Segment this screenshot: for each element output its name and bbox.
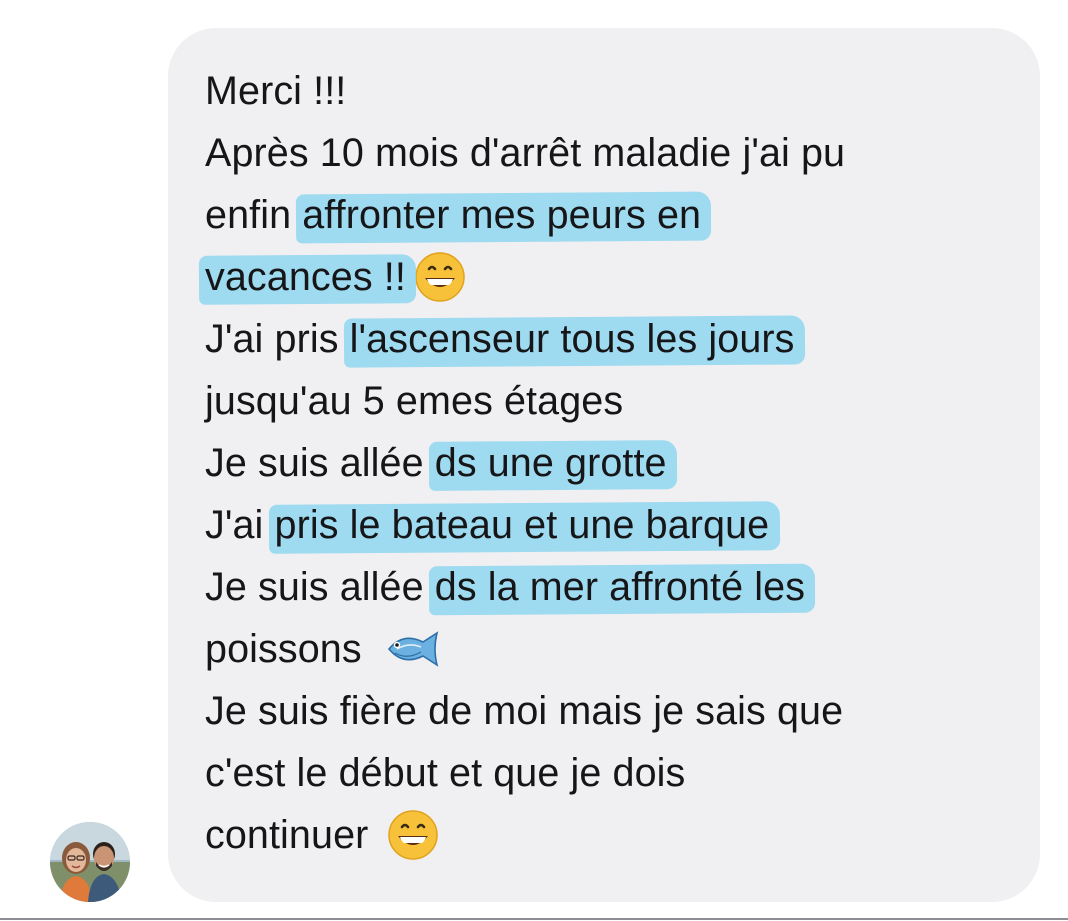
- line-text: jusqu'au 5 emes étages: [205, 379, 624, 423]
- line-text: Après 10 mois d'arrêt maladie j'ai pu: [205, 131, 846, 175]
- message-line: Merci !!!: [205, 60, 1005, 122]
- highlighted-text: l'ascenseur tous les jours: [350, 308, 795, 370]
- message-line: J'ai pris l'ascenseur tous les jours: [205, 308, 1005, 370]
- highlighted-text: affronter mes peurs en: [302, 184, 701, 246]
- line-text: J'ai pris: [205, 317, 350, 361]
- divider: [0, 918, 1068, 920]
- message-line: enfin affronter mes peurs en: [205, 184, 1005, 246]
- message-line: vacances !!: [205, 246, 1005, 308]
- line-text: enfin: [205, 193, 303, 237]
- message-line: J'ai pris le bateau et une barque: [205, 494, 1005, 556]
- grinning-face-icon: [415, 251, 465, 302]
- grinning-face-icon: [388, 809, 439, 860]
- message-line: Je suis allée ds la mer affronté les: [205, 556, 1005, 618]
- message-line: Après 10 mois d'arrêt maladie j'ai pu: [205, 122, 1005, 184]
- line-text: c'est le début et que je dois: [205, 751, 686, 795]
- line-text: Je suis allée: [205, 565, 435, 609]
- line-text: Merci !!!: [205, 69, 347, 113]
- highlighted-text: ds la mer affronté les: [435, 556, 805, 618]
- line-text: Je suis fière de moi mais je sais que: [205, 689, 844, 733]
- message-line: c'est le début et que je dois: [205, 742, 1005, 804]
- sender-avatar[interactable]: [50, 822, 130, 902]
- highlighted-text: ds une grotte: [435, 432, 667, 494]
- highlighted-text: vacances !!: [205, 246, 406, 308]
- line-text: Je suis allée: [205, 441, 435, 485]
- highlighted-text: pris le bateau et une barque: [275, 494, 770, 556]
- message-line: Je suis fière de moi mais je sais que: [205, 680, 1005, 742]
- profile-photo-avatar: [50, 822, 130, 902]
- message-line: Je suis allée ds une grotte: [205, 432, 1005, 494]
- line-text: J'ai: [205, 503, 275, 547]
- fish-icon: [387, 630, 439, 667]
- message-text: Merci !!! Après 10 mois d'arrêt maladie …: [205, 60, 1005, 866]
- message-line: jusqu'au 5 emes étages: [205, 370, 1005, 432]
- line-text: continuer: [205, 813, 380, 857]
- message-line: continuer: [205, 804, 1005, 866]
- line-text: poissons: [205, 627, 373, 671]
- message-line: poissons: [205, 618, 1005, 680]
